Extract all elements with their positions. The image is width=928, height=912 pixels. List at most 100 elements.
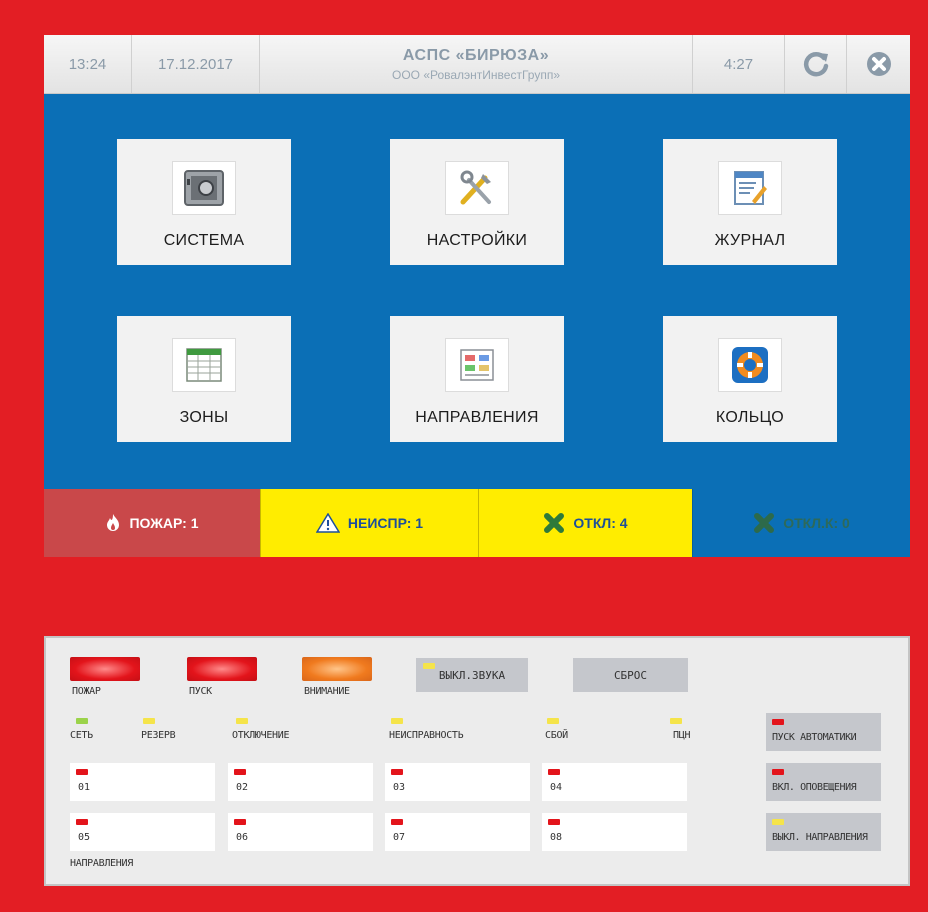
direction-number: 08 [550,832,563,843]
disable-label: ОТКЛЮЧЕНИЕ [232,730,290,741]
document-icon [445,338,509,392]
tile-directions[interactable]: НАПРАВЛЕНИЯ [390,316,564,442]
pcn-label: ПЦН [673,730,691,741]
tools-icon [445,161,509,215]
off-cross-icon [544,513,565,533]
fire-led-label: ПОЖАР [72,686,101,697]
lifebuoy-icon [718,338,782,392]
direction-04[interactable]: 04 [542,763,687,801]
refresh-button[interactable] [785,35,847,93]
tile-journal[interactable]: ЖУРНАЛ [663,139,837,265]
fault-led [391,718,403,724]
auto-start-label: ПУСК АВТОМАТИКИ [772,732,857,743]
mains-label: СЕТЬ [70,730,93,741]
start-led [187,657,257,681]
direction-number: 07 [393,832,406,843]
title-block: АСПС «БИРЮЗА» ООО «РовалэнтИнвестГрупп» [260,35,693,93]
direction-led [548,819,560,825]
reset-button-label: СБРОС [613,668,648,682]
direction-06[interactable]: 06 [228,813,373,851]
fire-led [70,657,140,681]
failure-label: СБОЙ [545,730,568,741]
directions-label: НАПРАВЛЕНИЯ [70,858,133,869]
tile-label: СИСТЕМА [163,232,245,249]
status-fire[interactable]: ПОЖАР: 1 [44,489,260,557]
status-off-k-text: ОТКЛ.К: 0 [783,515,850,531]
fire-icon [107,514,120,531]
attention-led-label: ВНИМАНИЕ [304,686,350,697]
direction-07[interactable]: 07 [385,813,530,851]
top-bar: 13:24 17.12.2017 АСПС «БИРЮЗА» ООО «Рова… [44,35,910,94]
direction-led [234,819,246,825]
close-button[interactable] [847,35,910,93]
direction-led [548,769,560,775]
tile-label: НАПРАВЛЕНИЯ [415,409,539,426]
tile-ring[interactable]: КОЛЬЦО [663,316,837,442]
main-menu: СИСТЕМА НАСТРОЙКИ ЖУРНАЛ ЗОНЫ НАПРАВЛЕНИ… [44,94,910,489]
direction-off-button[interactable]: ВЫКЛ. НАПРАВЛЕНИЯ [766,813,881,851]
reset-button[interactable]: СБРОС [573,658,688,692]
alert-on-led [772,769,784,775]
mute-led [423,663,435,669]
company-name: ООО «РовалэнтИнвестГрупп» [391,67,561,82]
direction-02[interactable]: 02 [228,763,373,801]
off-cross-icon [754,513,775,533]
mute-button-label: ВЫКЛ.ЗВУКА [438,668,506,682]
alert-on-button[interactable]: ВКЛ. ОПОВЕЩЕНИЯ [766,763,881,801]
clock-time: 13:24 [44,35,132,93]
alert-on-label: ВКЛ. ОПОВЕЩЕНИЯ [772,782,857,793]
reserve-led [143,718,155,724]
direction-number: 01 [78,782,91,793]
auto-start-button[interactable]: ПУСК АВТОМАТИКИ [766,713,881,751]
direction-off-led [772,819,784,825]
session-timer: 4:27 [693,35,785,93]
table-icon [172,338,236,392]
indicator-panel: ПОЖАР ПУСК ВНИМАНИЕ ВЫКЛ.ЗВУКА СБРОС СЕТ… [44,636,910,886]
start-led-label: ПУСК [189,686,212,697]
status-off-text: ОТКЛ: 4 [573,515,628,531]
fault-label: НЕИСПРАВНОСТЬ [389,730,464,741]
direction-number: 06 [236,832,249,843]
attention-led [302,657,372,681]
system-safe-icon [172,161,236,215]
direction-off-label: ВЫКЛ. НАПРАВЛЕНИЯ [772,832,868,843]
warning-icon [315,513,340,533]
direction-08[interactable]: 08 [542,813,687,851]
refresh-icon [803,52,828,77]
direction-03[interactable]: 03 [385,763,530,801]
tile-zones[interactable]: ЗОНЫ [117,316,291,442]
mute-button[interactable]: ВЫКЛ.ЗВУКА [416,658,528,692]
status-off-k[interactable]: ОТКЛ.К: 0 [692,489,910,557]
failure-led [547,718,559,724]
tile-label: НАСТРОЙКИ [426,232,528,249]
direction-led [76,819,88,825]
current-date: 17.12.2017 [132,35,260,93]
direction-led [234,769,246,775]
pcn-led [670,718,682,724]
direction-number: 04 [550,782,563,793]
direction-number: 05 [78,832,91,843]
direction-01[interactable]: 01 [70,763,215,801]
journal-icon [718,161,782,215]
mains-led [76,718,88,724]
direction-led [76,769,88,775]
status-fault-text: НЕИСПР: 1 [347,515,424,531]
tile-label: ЖУРНАЛ [714,232,786,249]
reserve-label: РЕЗЕРВ [141,730,176,741]
direction-number: 02 [236,782,249,793]
disable-led [236,718,248,724]
status-fire-text: ПОЖАР: 1 [129,515,199,531]
status-off[interactable]: ОТКЛ: 4 [478,489,692,557]
tile-settings[interactable]: НАСТРОЙКИ [390,139,564,265]
direction-led [391,769,403,775]
control-screen: 13:24 17.12.2017 АСПС «БИРЮЗА» ООО «Рова… [44,35,910,557]
close-circle-icon [866,52,891,76]
status-fault[interactable]: НЕИСПР: 1 [260,489,478,557]
direction-led [391,819,403,825]
tile-system[interactable]: СИСТЕМА [117,139,291,265]
tile-label: КОЛЬЦО [715,409,785,426]
direction-05[interactable]: 05 [70,813,215,851]
auto-start-led [772,719,784,725]
tile-label: ЗОНЫ [179,409,229,426]
app-title: АСПС «БИРЮЗА» [402,46,550,64]
